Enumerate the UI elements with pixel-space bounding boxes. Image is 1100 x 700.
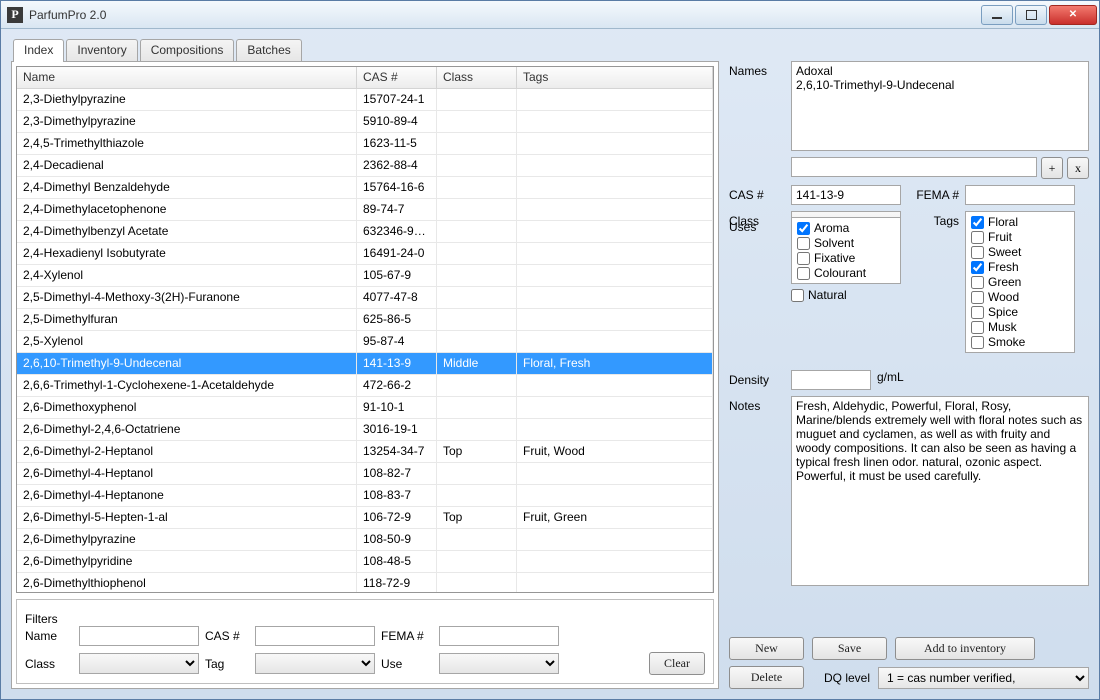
dq-label: DQ level bbox=[824, 671, 870, 685]
filter-use-combo[interactable] bbox=[439, 653, 559, 674]
window-title: ParfumPro 2.0 bbox=[29, 8, 106, 22]
app-icon: P bbox=[7, 7, 23, 23]
tag-checkbox[interactable] bbox=[971, 336, 984, 349]
cas-input[interactable] bbox=[791, 185, 901, 205]
tag-item[interactable]: Musk bbox=[971, 320, 1069, 334]
natural-checkbox[interactable] bbox=[791, 289, 804, 302]
tab-batches[interactable]: Batches bbox=[236, 39, 301, 61]
save-button[interactable]: Save bbox=[812, 637, 887, 660]
table-row[interactable]: 2,6-Dimethyl-2,4,6-Octatriene3016-19-1 bbox=[17, 419, 713, 441]
fema-label: FEMA # bbox=[907, 185, 959, 202]
use-item[interactable]: Aroma bbox=[797, 221, 895, 235]
filter-use-label: Use bbox=[381, 657, 433, 671]
use-item[interactable]: Solvent bbox=[797, 236, 895, 250]
column-header[interactable]: Name bbox=[17, 67, 357, 88]
tab-compositions[interactable]: Compositions bbox=[140, 39, 235, 61]
ingredients-table[interactable]: NameCAS #ClassTags 2,3-Diethylpyrazine15… bbox=[16, 66, 714, 593]
delete-button[interactable]: Delete bbox=[729, 666, 804, 689]
table-row[interactable]: 2,6-Dimethoxyphenol91-10-1 bbox=[17, 397, 713, 419]
table-row[interactable]: 2,3-Diethylpyrazine15707-24-1 bbox=[17, 89, 713, 111]
filter-fema-input[interactable] bbox=[439, 626, 559, 646]
tag-item[interactable]: Smoke bbox=[971, 335, 1069, 349]
column-header[interactable]: Class bbox=[437, 67, 517, 88]
filter-cas-input[interactable] bbox=[255, 626, 375, 646]
table-row[interactable]: 2,6-Dimethyl-2-Heptanol13254-34-7TopFrui… bbox=[17, 441, 713, 463]
tab-inventory[interactable]: Inventory bbox=[66, 39, 137, 61]
column-header[interactable]: Tags bbox=[517, 67, 713, 88]
table-row[interactable]: 2,4-Decadienal2362-88-4 bbox=[17, 155, 713, 177]
table-row[interactable]: 2,6,10-Trimethyl-9-Undecenal141-13-9Midd… bbox=[17, 353, 713, 375]
table-row[interactable]: 2,6-Dimethyl-4-Heptanone108-83-7 bbox=[17, 485, 713, 507]
table-row[interactable]: 2,4-Xylenol105-67-9 bbox=[17, 265, 713, 287]
notes-textarea[interactable] bbox=[791, 396, 1089, 586]
use-item[interactable]: Fixative bbox=[797, 251, 895, 265]
filter-name-input[interactable] bbox=[79, 626, 199, 646]
names-textarea[interactable] bbox=[791, 61, 1089, 151]
tag-checkbox[interactable] bbox=[971, 321, 984, 334]
add-to-inventory-button[interactable]: Add to inventory bbox=[895, 637, 1035, 660]
table-row[interactable]: 2,6,6-Trimethyl-1-Cyclohexene-1-Acetalde… bbox=[17, 375, 713, 397]
app-window: P ParfumPro 2.0 IndexInventoryCompositio… bbox=[0, 0, 1100, 700]
add-alias-button[interactable]: + bbox=[1041, 157, 1063, 179]
table-row[interactable]: 2,4-Dimethyl Benzaldehyde15764-16-6 bbox=[17, 177, 713, 199]
tag-item[interactable]: Spice bbox=[971, 305, 1069, 319]
filters-group: Filters Name CAS # FEMA # Class Tag bbox=[16, 599, 714, 684]
filter-cas-label: CAS # bbox=[205, 629, 249, 643]
alias-input[interactable] bbox=[791, 157, 1037, 177]
filter-name-label: Name bbox=[25, 629, 73, 643]
names-label: Names bbox=[729, 61, 785, 78]
clear-filters-button[interactable]: Clear bbox=[649, 652, 705, 675]
natural-checkbox-row[interactable]: Natural bbox=[791, 288, 901, 302]
maximize-button[interactable] bbox=[1015, 5, 1047, 25]
table-row[interactable]: 2,4-Dimethylbenzyl Acetate632346-96-7 bbox=[17, 221, 713, 243]
use-checkbox[interactable] bbox=[797, 237, 810, 250]
table-row[interactable]: 2,6-Dimethylpyrazine108-50-9 bbox=[17, 529, 713, 551]
table-row[interactable]: 2,6-Dimethyl-4-Heptanol108-82-7 bbox=[17, 463, 713, 485]
remove-alias-button[interactable]: x bbox=[1067, 157, 1089, 179]
density-label: Density bbox=[729, 370, 785, 387]
new-button[interactable]: New bbox=[729, 637, 804, 660]
filter-class-label: Class bbox=[25, 657, 73, 671]
table-row[interactable]: 2,6-Dimethylpyridine108-48-5 bbox=[17, 551, 713, 573]
use-item[interactable]: Colourant bbox=[797, 266, 895, 280]
use-checkbox[interactable] bbox=[797, 267, 810, 280]
use-checkbox[interactable] bbox=[797, 252, 810, 265]
fema-input[interactable] bbox=[965, 185, 1075, 205]
density-input[interactable] bbox=[791, 370, 871, 390]
uses-label: Uses bbox=[729, 217, 785, 234]
detail-panel: Names + x CAS # FEMA # Class Middle bbox=[729, 39, 1089, 689]
table-row[interactable]: 2,3-Dimethylpyrazine5910-89-4 bbox=[17, 111, 713, 133]
table-row[interactable]: 2,4,5-Trimethylthiazole1623-11-5 bbox=[17, 133, 713, 155]
uses-checklist: AromaSolventFixativeColourant bbox=[791, 217, 901, 284]
filter-class-combo[interactable] bbox=[79, 653, 199, 674]
close-button[interactable] bbox=[1049, 5, 1097, 25]
main-tabs: IndexInventoryCompositionsBatches bbox=[11, 39, 719, 61]
filters-legend: Filters bbox=[25, 612, 58, 626]
filter-tag-combo[interactable] bbox=[255, 653, 375, 674]
titlebar: P ParfumPro 2.0 bbox=[1, 1, 1099, 29]
table-row[interactable]: 2,5-Xylenol95-87-4 bbox=[17, 331, 713, 353]
table-row[interactable]: 2,5-Dimethyl-4-Methoxy-3(2H)-Furanone407… bbox=[17, 287, 713, 309]
minimize-button[interactable] bbox=[981, 5, 1013, 25]
filter-fema-label: FEMA # bbox=[381, 629, 433, 643]
density-unit: g/mL bbox=[877, 370, 904, 384]
use-checkbox[interactable] bbox=[797, 222, 810, 235]
tag-checkbox[interactable] bbox=[971, 306, 984, 319]
table-row[interactable]: 2,4-Hexadienyl Isobutyrate16491-24-0 bbox=[17, 243, 713, 265]
tab-index[interactable]: Index bbox=[13, 39, 64, 61]
table-row[interactable]: 2,5-Dimethylfuran625-86-5 bbox=[17, 309, 713, 331]
cas-label: CAS # bbox=[729, 185, 785, 202]
dq-level-combo[interactable]: 1 = cas number verified, bbox=[878, 667, 1089, 689]
notes-label: Notes bbox=[729, 396, 785, 413]
index-panel: NameCAS #ClassTags 2,3-Diethylpyrazine15… bbox=[11, 61, 719, 689]
table-row[interactable]: 2,4-Dimethylacetophenone89-74-7 bbox=[17, 199, 713, 221]
table-row[interactable]: 2,6-Dimethyl-5-Hepten-1-al106-72-9TopFru… bbox=[17, 507, 713, 529]
column-header[interactable]: CAS # bbox=[357, 67, 437, 88]
filter-tag-label: Tag bbox=[205, 657, 249, 671]
table-row[interactable]: 2,6-Dimethylthiophenol118-72-9 bbox=[17, 573, 713, 592]
